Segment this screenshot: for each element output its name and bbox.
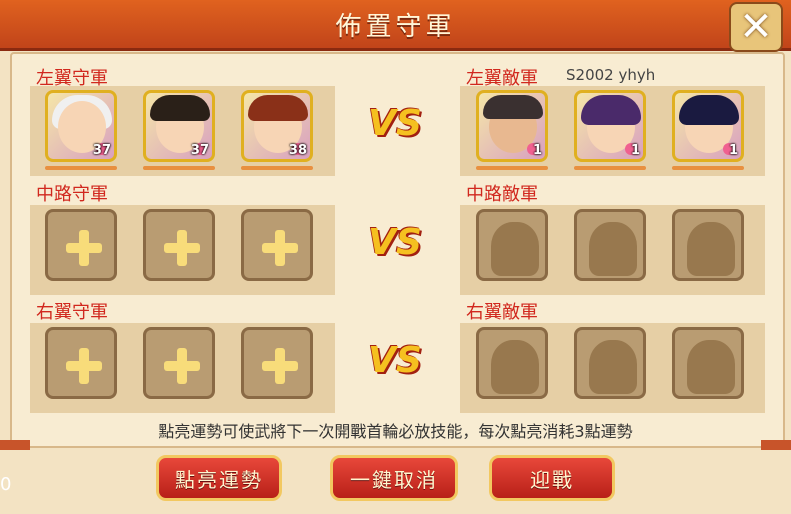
left-defense-hero-2[interactable]: 37 (143, 90, 215, 162)
hero-portrait (581, 95, 641, 125)
vs-emblem-right: VS (360, 340, 430, 390)
corner-ornament-left (0, 440, 30, 450)
dialog-title: 佈置守軍 (335, 12, 456, 42)
mid-defense-slot-2[interactable] (143, 209, 215, 281)
silhouette-icon (491, 340, 539, 394)
fortune-tip: 點亮運勢可使武將下一次開戰首輪必放技能，每次點亮消耗3點運勢 (158, 422, 633, 441)
hero-level: 37 (92, 143, 111, 158)
right-defense-slot-1[interactable] (45, 327, 117, 399)
hero-hp-bar (45, 166, 117, 170)
hero-portrait (150, 95, 210, 121)
hero-hp-bar (476, 166, 548, 170)
hero-level: 38 (288, 143, 307, 158)
hero-hp-bar (143, 166, 215, 170)
hero-level: 37 (190, 143, 209, 158)
side-number: 0 (0, 474, 12, 495)
vs-text: VS (368, 103, 422, 144)
hero-level: 1 (728, 143, 738, 158)
plus-icon (262, 348, 298, 384)
hero-portrait (248, 95, 308, 121)
right-enemy-label: 右翼敵軍 (466, 302, 538, 323)
close-button[interactable]: ✕ (729, 2, 783, 52)
plus-icon (262, 230, 298, 266)
silhouette-icon (589, 222, 637, 276)
mid-enemy-slot-1 (476, 209, 548, 281)
mid-enemy-slot-2 (574, 209, 646, 281)
right-defense-label: 右翼守軍 (36, 302, 108, 323)
plus-icon (164, 230, 200, 266)
hero-hp-bar (672, 166, 744, 170)
enemy-player-name: S2002 yhyh (566, 66, 656, 84)
left-defense-hero-3[interactable]: 38 (241, 90, 313, 162)
close-icon: ✕ (739, 4, 773, 50)
cancel-all-button[interactable]: 一鍵取消 (330, 455, 458, 501)
vs-text: VS (368, 222, 422, 263)
vs-emblem-mid: VS (360, 222, 430, 272)
fight-button[interactable]: 迎戰 (489, 455, 615, 501)
silhouette-icon (687, 222, 735, 276)
hero-level: 1 (630, 143, 640, 158)
right-enemy-slot-2 (574, 327, 646, 399)
plus-icon (66, 230, 102, 266)
silhouette-icon (687, 340, 735, 394)
left-enemy-hero-2[interactable]: 1 (574, 90, 646, 162)
mid-defense-slot-3[interactable] (241, 209, 313, 281)
hero-portrait (483, 95, 543, 119)
defense-setup-dialog: 佈置守軍 ✕ 左翼守軍 37 37 38 VS 左翼敵軍 S2002 yhyh … (0, 0, 791, 514)
mid-defense-label: 中路守軍 (36, 184, 108, 205)
right-enemy-slot-3 (672, 327, 744, 399)
silhouette-icon (589, 340, 637, 394)
hero-portrait (679, 95, 739, 125)
hero-hp-bar (241, 166, 313, 170)
hero-hp-bar (574, 166, 646, 170)
right-enemy-slot-1 (476, 327, 548, 399)
mid-enemy-slot-3 (672, 209, 744, 281)
right-defense-slot-2[interactable] (143, 327, 215, 399)
vs-text: VS (368, 340, 422, 381)
plus-icon (66, 348, 102, 384)
vs-emblem-left: VS (360, 103, 430, 153)
silhouette-icon (491, 222, 539, 276)
left-enemy-hero-3[interactable]: 1 (672, 90, 744, 162)
right-defense-slot-3[interactable] (241, 327, 313, 399)
corner-ornament-right (761, 440, 791, 450)
mid-enemy-label: 中路敵軍 (466, 184, 538, 205)
hero-level: 1 (532, 143, 542, 158)
left-defense-hero-1[interactable]: 37 (45, 90, 117, 162)
plus-icon (164, 348, 200, 384)
mid-defense-slot-1[interactable] (45, 209, 117, 281)
left-enemy-hero-1[interactable]: 1 (476, 90, 548, 162)
light-fortune-button[interactable]: 點亮運勢 (156, 455, 282, 501)
